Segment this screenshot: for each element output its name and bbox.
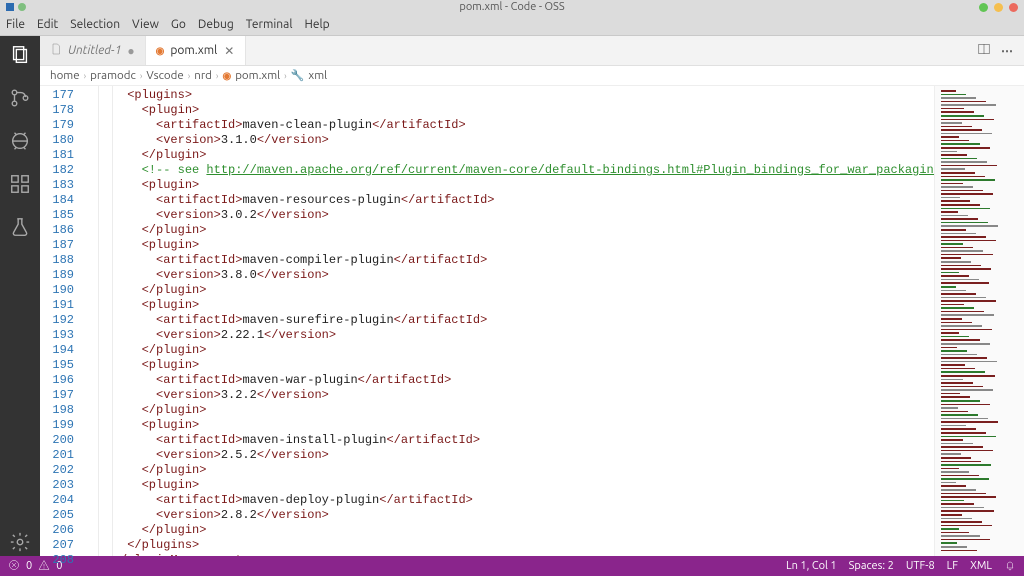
extensions-icon[interactable] [9,173,31,198]
titlebar-left-icons [6,3,26,11]
menu-help[interactable]: Help [304,18,329,31]
error-icon[interactable] [8,559,20,574]
more-actions-icon[interactable]: ⋯ [1001,44,1014,58]
crumb-pramodc[interactable]: pramodc [90,69,136,82]
app-icon [6,3,14,11]
explorer-icon[interactable] [9,44,31,69]
menu-file[interactable]: File [6,18,25,31]
minimize-button[interactable] [979,3,988,12]
status-spaces[interactable]: Spaces: 2 [849,560,894,572]
status-lncol[interactable]: Ln 1, Col 1 [786,560,837,572]
error-count[interactable]: 0 [26,560,32,572]
status-lang[interactable]: XML [970,560,992,572]
window-controls[interactable] [979,3,1018,12]
status-encoding[interactable]: UTF-8 [906,560,935,572]
menu-edit[interactable]: Edit [37,18,58,31]
statusbar: 0 0 Ln 1, Col 1 Spaces: 2 UTF-8 LF XML [0,556,1024,576]
tab-label: Untitled-1 [68,44,121,57]
maximize-button[interactable] [994,3,1003,12]
split-editor-icon[interactable] [977,42,991,59]
gear-icon[interactable] [9,531,31,556]
crumb-nrd[interactable]: nrd [194,69,212,82]
bell-icon[interactable] [1004,559,1016,574]
dot-icon [18,3,26,11]
close-window-button[interactable] [1009,3,1018,12]
beaker-icon[interactable] [9,216,31,241]
activitybar [0,36,40,556]
menu-terminal[interactable]: Terminal [246,18,293,31]
warning-icon[interactable] [38,559,50,574]
line-number-gutter: 177 178 179 180 181 182 183 184 185 186 … [40,86,84,556]
menu-selection[interactable]: Selection [70,18,120,31]
status-eol[interactable]: LF [947,560,958,572]
tabbar: Untitled-1 ● ◉ pom.xml ✕ ⋯ [40,36,1024,66]
menu-view[interactable]: View [132,18,159,31]
editor[interactable]: 177 178 179 180 181 182 183 184 185 186 … [40,86,1024,556]
dirty-indicator-icon: ● [127,44,134,58]
tab-pomxml[interactable]: ◉ pom.xml ✕ [146,36,247,65]
file-icon [50,43,62,58]
xml-file-icon: ◉ [156,45,165,57]
tab-label: pom.xml [170,44,217,57]
titlebar: pom.xml - Code - OSS [0,0,1024,14]
xml-file-icon: ◉ [222,70,231,82]
menu-go[interactable]: Go [171,18,186,31]
close-icon[interactable]: ✕ [223,45,235,57]
code-content[interactable]: <plugins> <plugin> <artifactId>maven-cle… [84,86,934,556]
crumb-xml[interactable]: 🔧xml [291,69,327,82]
source-control-icon[interactable] [9,87,31,112]
breadcrumbs[interactable]: home› pramodc› Vscode› nrd› ◉pom.xml› 🔧x… [40,66,1024,86]
menubar: File Edit Selection View Go Debug Termin… [0,14,1024,36]
wrench-icon: 🔧 [291,69,305,82]
debug-icon[interactable] [9,130,31,155]
crumb-home[interactable]: home [50,69,80,82]
crumb-vscode[interactable]: Vscode [146,69,183,82]
tab-untitled[interactable]: Untitled-1 ● [40,36,146,65]
menu-debug[interactable]: Debug [198,18,234,31]
minimap[interactable] [934,86,1024,556]
crumb-pomxml[interactable]: ◉pom.xml [222,69,280,82]
window-title: pom.xml - Code - OSS [459,1,564,13]
